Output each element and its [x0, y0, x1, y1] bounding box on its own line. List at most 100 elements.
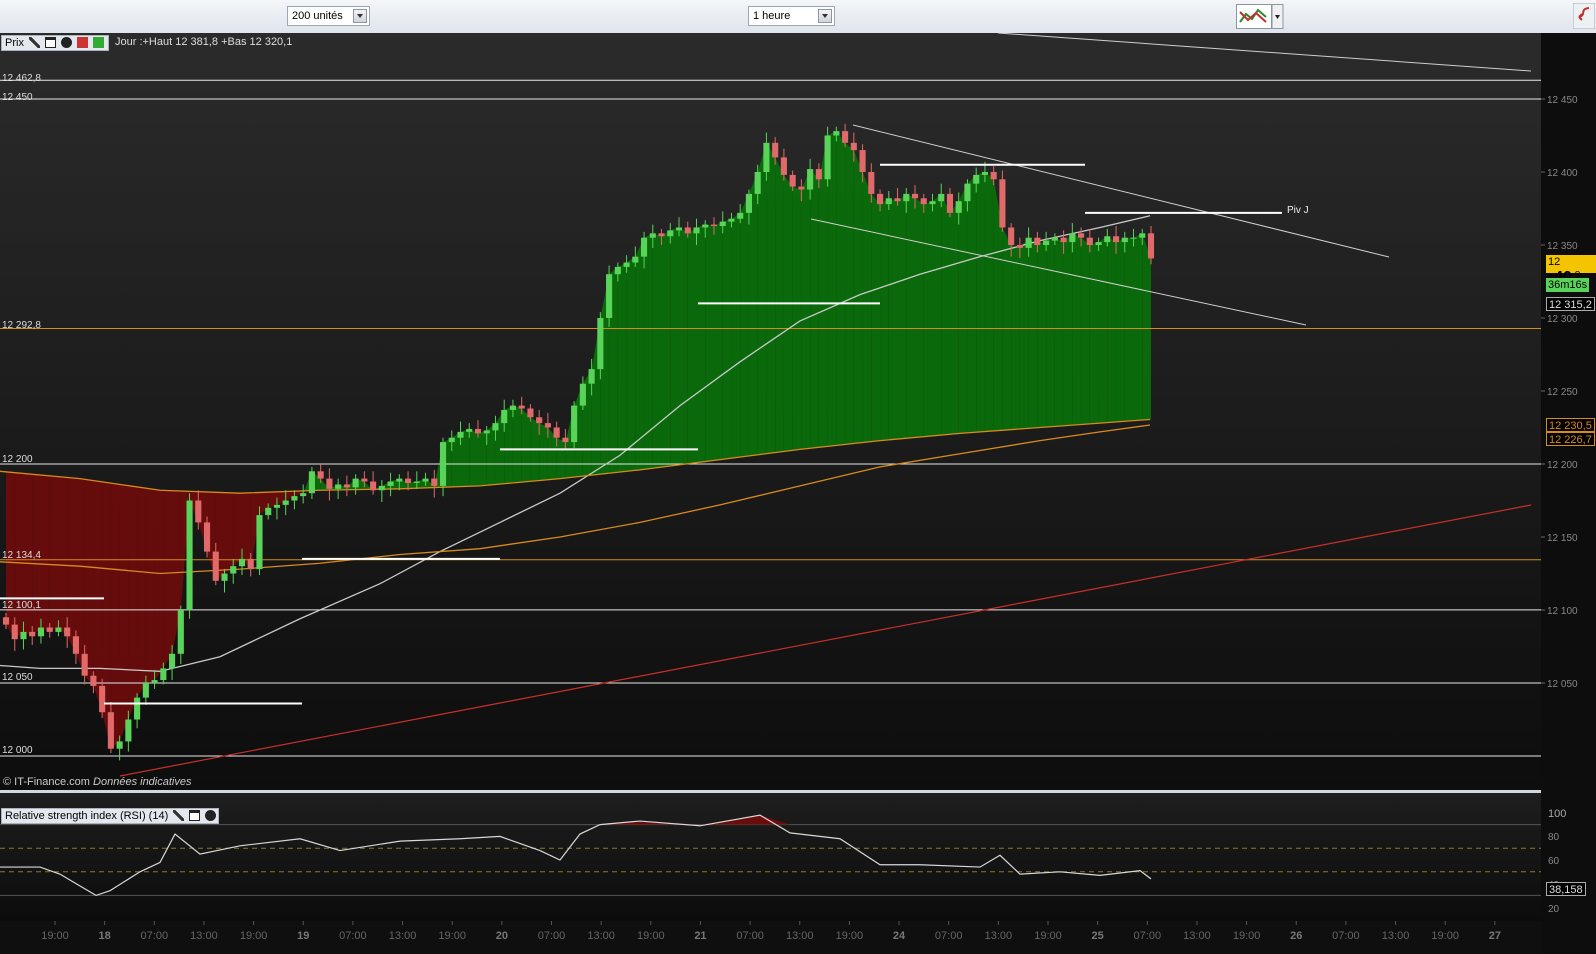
candle-body — [684, 227, 691, 234]
timeframe-select[interactable]: 1 heure — [748, 6, 835, 26]
window-icon[interactable] — [45, 37, 57, 48]
down-arrow-icon[interactable] — [77, 37, 89, 48]
candle-body — [693, 227, 700, 234]
candle-body — [842, 131, 849, 143]
candle-body — [1112, 236, 1120, 243]
candle-body — [518, 405, 525, 409]
chart-type-button[interactable] — [1236, 4, 1284, 29]
trend-fill — [1098, 236, 1108, 424]
candle-body — [72, 636, 79, 654]
candle-body — [658, 233, 665, 237]
close-icon[interactable] — [205, 810, 217, 821]
candle-body — [81, 653, 88, 676]
chevron-down-icon — [353, 9, 367, 23]
trend-fill — [888, 198, 898, 440]
candle-body — [1130, 237, 1137, 239]
candle-body — [1051, 237, 1058, 241]
close-icon[interactable] — [61, 37, 73, 48]
up-arrow-icon[interactable] — [93, 37, 105, 48]
candle-body — [1043, 240, 1050, 245]
time-axis-bg — [0, 921, 1541, 954]
candle-body — [177, 610, 184, 654]
candle-body — [343, 484, 350, 488]
candle-body — [134, 697, 141, 720]
candle-body — [1121, 237, 1128, 243]
candle-body — [702, 224, 709, 228]
candle-body — [632, 256, 639, 263]
candle-body — [815, 169, 822, 180]
trend-fill — [145, 488, 155, 683]
trend-fill — [521, 408, 531, 483]
wrench-icon[interactable] — [29, 37, 41, 48]
trend-fill — [40, 475, 50, 632]
x-tick-label: 27 — [1489, 930, 1501, 942]
candle-body — [553, 427, 560, 438]
candle-body — [405, 478, 412, 483]
candle-body — [929, 201, 936, 205]
ma-slow-tag: 12 230,5 — [1546, 418, 1595, 432]
y-tick-label: 12 200 — [1547, 460, 1578, 471]
price-legend: Prix — [1, 35, 109, 51]
trend-fill — [696, 224, 706, 463]
rsi-panel-bg — [0, 793, 1541, 921]
window-icon[interactable] — [189, 810, 201, 821]
candle-body — [850, 142, 857, 151]
trend-fill — [984, 172, 994, 432]
candle-body — [125, 719, 132, 742]
trend-fill — [713, 221, 723, 461]
candle-body — [772, 142, 779, 158]
y-tick-label: 12 150 — [1547, 533, 1578, 544]
candle-body — [1139, 233, 1146, 238]
candle-body — [107, 712, 114, 749]
trend-fill — [740, 193, 749, 458]
x-tick-label: 19:00 — [1034, 930, 1062, 942]
wrench-icon[interactable] — [173, 810, 185, 821]
y-tick-label: 12 300 — [1547, 314, 1578, 325]
candle-body — [1016, 245, 1023, 248]
trend-fill — [626, 256, 636, 472]
trend-fill — [128, 485, 138, 720]
trend-fill — [617, 262, 627, 473]
trend-fill — [1072, 233, 1082, 426]
candle-body — [1034, 237, 1041, 245]
candle-body — [571, 405, 578, 443]
trend-fill — [469, 428, 478, 487]
trend-fill — [1019, 237, 1029, 429]
candle-body — [317, 471, 324, 479]
hline-label: 12 200 — [2, 454, 33, 465]
x-tick-label: 20 — [496, 930, 508, 942]
trend-fill — [722, 218, 732, 460]
candle-body — [11, 624, 18, 640]
candle-body — [1069, 233, 1076, 243]
candle-body — [868, 172, 875, 194]
units-select-value: 200 unités — [292, 10, 343, 22]
x-tick-label: 25 — [1092, 930, 1104, 942]
candle-body — [544, 423, 551, 428]
x-tick-label: 07:00 — [1332, 930, 1360, 942]
trend-fill — [783, 174, 793, 452]
candle-body — [798, 186, 805, 190]
candle-body — [273, 504, 281, 508]
candle-body — [763, 142, 770, 172]
candle-body — [973, 174, 980, 184]
x-tick-label: 19:00 — [1233, 930, 1261, 942]
trend-fill — [110, 483, 120, 749]
y-tick-label: 12 400 — [1547, 168, 1578, 179]
candle-body — [833, 131, 840, 136]
hline-label: 12 000 — [2, 745, 33, 756]
trend-fill — [862, 172, 872, 443]
candle-body — [1025, 237, 1032, 248]
trend-fill — [670, 227, 680, 466]
trend-fill — [1011, 245, 1020, 430]
x-tick-label: 07:00 — [538, 930, 566, 942]
trend-fill — [539, 423, 548, 481]
candle-body — [623, 262, 630, 267]
units-select[interactable]: 200 unités — [287, 6, 370, 26]
candle-body — [614, 266, 621, 275]
candle-body — [999, 179, 1006, 228]
hline-label: 12 100,1 — [2, 600, 41, 611]
chart-corner-icon[interactable] — [1573, 3, 1595, 29]
candle-body — [649, 233, 656, 238]
ma-fast-tag: 12 315,2 — [1546, 297, 1595, 311]
candle-body — [859, 150, 866, 172]
